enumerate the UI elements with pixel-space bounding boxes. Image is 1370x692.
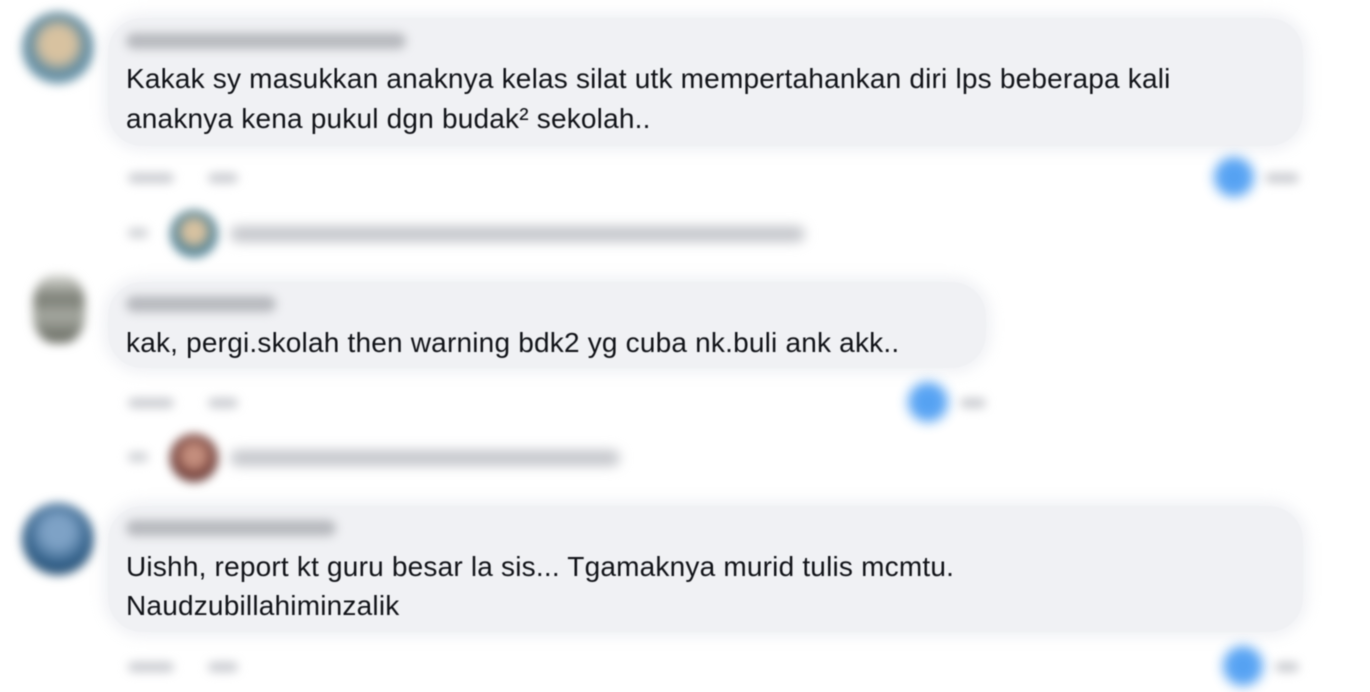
commenter-avatar[interactable] <box>22 503 94 575</box>
like-action[interactable] <box>128 662 174 672</box>
reaction-count[interactable] <box>1275 662 1299 672</box>
reaction-count[interactable] <box>1265 173 1299 183</box>
like-reaction-icon[interactable] <box>1214 157 1254 197</box>
reply-arrow-icon <box>128 452 148 462</box>
reply-avatar <box>170 210 218 258</box>
reply-action[interactable] <box>208 173 238 183</box>
comment-text-line: Naudzubillahiminzalik <box>126 590 400 621</box>
comment-text-line: kak, pergi.skolah then warning bdk2 yg c… <box>126 327 900 358</box>
like-reaction-icon[interactable] <box>908 382 948 422</box>
replies-summary[interactable] <box>120 208 820 258</box>
replies-link-redacted[interactable] <box>230 226 805 242</box>
reply-arrow-icon <box>128 228 148 238</box>
like-action[interactable] <box>128 173 174 183</box>
reply-action[interactable] <box>208 662 238 672</box>
replies-link-redacted[interactable] <box>230 450 620 466</box>
comment-thread: Kakak sy masukkan anaknya kelas silat ut… <box>0 0 1370 692</box>
commenter-name-redacted[interactable] <box>126 296 276 312</box>
replies-summary[interactable] <box>120 432 640 482</box>
reaction-count[interactable] <box>960 398 986 408</box>
comment-text-line: Uishh, report kt guru besar la sis... Tg… <box>126 551 955 582</box>
comment-text-line: Kakak sy masukkan anaknya kelas silat ut… <box>126 63 1171 94</box>
reply-avatar <box>170 434 218 482</box>
commenter-name-redacted[interactable] <box>126 33 406 49</box>
commenter-avatar[interactable] <box>22 12 94 84</box>
like-action[interactable] <box>128 398 174 408</box>
like-reaction-icon[interactable] <box>1223 646 1263 686</box>
commenter-avatar[interactable] <box>33 275 85 343</box>
commenter-name-redacted[interactable] <box>126 520 336 536</box>
comment-text-line: anaknya kena pukul dgn budak² sekolah.. <box>126 103 651 134</box>
reply-action[interactable] <box>208 398 238 408</box>
